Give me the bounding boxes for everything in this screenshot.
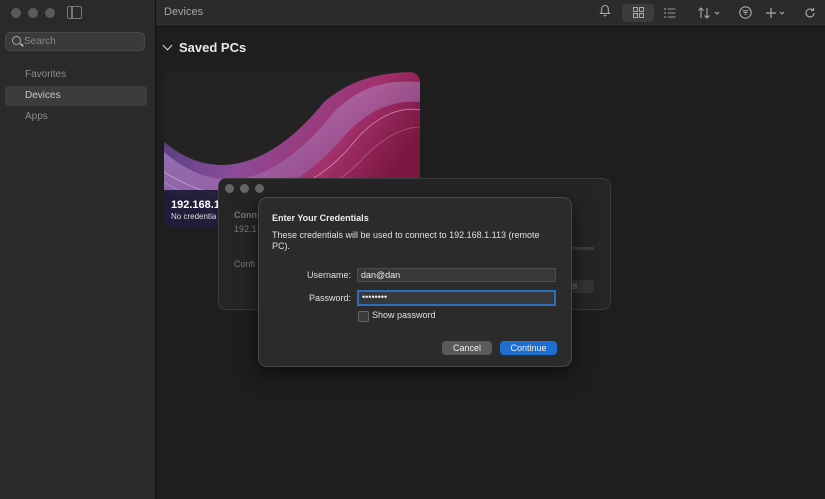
add-icon[interactable] — [764, 4, 792, 22]
search-box[interactable] — [5, 32, 145, 51]
back-dialog-config: Confi — [234, 259, 256, 269]
back-dialog-host: 192.1 — [234, 224, 257, 234]
sort-icon[interactable] — [696, 4, 726, 22]
close-window-button[interactable] — [11, 8, 21, 18]
back-dialog-controls — [225, 184, 264, 193]
window-title: Devices — [164, 6, 204, 18]
list-view-icon[interactable] — [661, 4, 679, 22]
back-dialog-button[interactable]: el — [570, 280, 594, 293]
section-title: Saved PCs — [179, 40, 247, 55]
sidebar-item-favorites[interactable]: Favorites — [5, 65, 147, 85]
saved-pcs-header[interactable]: Saved PCs — [162, 40, 247, 55]
filter-icon[interactable] — [737, 4, 753, 22]
search-icon — [12, 36, 21, 45]
toolbar: Devices — [156, 0, 825, 27]
show-password-label[interactable]: Show password — [372, 310, 436, 320]
credentials-dialog: Enter Your Credentials These credentials… — [258, 197, 572, 367]
grid-view-icon[interactable] — [622, 4, 654, 22]
pc-card-label: 192.168.1 — [171, 199, 220, 211]
password-field[interactable]: •••••••• — [357, 290, 556, 306]
search-input[interactable] — [24, 33, 139, 50]
minimize-window-button[interactable] — [28, 8, 38, 18]
chevron-down-icon — [162, 40, 173, 51]
pc-card-status: No credentia — [171, 212, 217, 221]
cancel-button[interactable]: Cancel — [442, 341, 492, 355]
password-label: Password: — [308, 293, 351, 303]
dialog-description: These credentials will be used to connec… — [272, 230, 540, 251]
username-field[interactable]: dan@dan — [357, 268, 556, 282]
back-dialog-progress — [570, 247, 594, 250]
back-dialog-minimize-button[interactable] — [240, 184, 249, 193]
sidebar-toggle-icon[interactable] — [67, 6, 82, 19]
window-controls — [11, 8, 55, 18]
zoom-window-button[interactable] — [45, 8, 55, 18]
show-password-checkbox[interactable] — [358, 311, 369, 322]
back-dialog-close-button[interactable] — [225, 184, 234, 193]
refresh-icon[interactable] — [802, 4, 818, 22]
sidebar-item-apps[interactable]: Apps — [5, 107, 147, 127]
dialog-title: Enter Your Credentials — [272, 213, 369, 223]
bell-icon[interactable] — [597, 4, 613, 22]
back-dialog-zoom-button[interactable] — [255, 184, 264, 193]
username-label: Username: — [306, 270, 351, 280]
sidebar-item-devices[interactable]: Devices — [5, 86, 147, 106]
sidebar: Favorites Devices Apps — [0, 0, 156, 499]
continue-button[interactable]: Continue — [500, 341, 557, 355]
back-dialog-heading: Conn — [234, 210, 257, 220]
